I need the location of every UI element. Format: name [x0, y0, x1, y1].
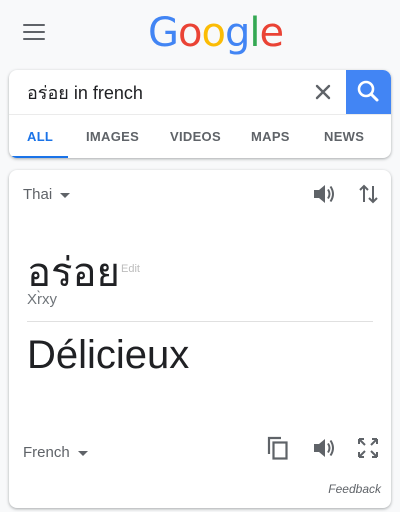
- search-button[interactable]: [346, 70, 391, 114]
- translate-card: Thai อร่อย Edit Xr̀xy Délicieux French F…: [9, 170, 391, 508]
- feedback-link[interactable]: Feedback: [328, 482, 381, 496]
- target-language-select[interactable]: French: [23, 444, 88, 461]
- logo-letter: e: [259, 10, 284, 56]
- target-language-label: French: [23, 444, 70, 461]
- top-bar: Google: [0, 0, 400, 64]
- target-text: Délicieux: [27, 333, 190, 377]
- logo-letter: g: [224, 10, 250, 56]
- divider: [27, 321, 373, 322]
- search-card: ALL IMAGES VIDEOS MAPS NEWS: [9, 70, 391, 158]
- logo-letter: o: [201, 10, 226, 56]
- tab-videos[interactable]: VIDEOS: [170, 115, 221, 158]
- search-tabs: ALL IMAGES VIDEOS MAPS NEWS: [9, 114, 391, 158]
- search-input[interactable]: [9, 70, 317, 114]
- fullscreen-icon[interactable]: [356, 436, 380, 460]
- active-tab-indicator: [9, 156, 68, 158]
- tab-all[interactable]: ALL: [27, 115, 53, 158]
- edit-link[interactable]: Edit: [121, 263, 140, 275]
- google-logo[interactable]: Google: [148, 10, 284, 56]
- chevron-down-icon: [60, 192, 71, 198]
- menu-icon[interactable]: [23, 24, 45, 40]
- tab-maps[interactable]: MAPS: [251, 115, 290, 158]
- transliteration: Xr̀xy: [27, 291, 57, 308]
- speaker-icon[interactable]: [311, 435, 337, 461]
- source-language-label: Thai: [23, 186, 53, 203]
- speaker-icon[interactable]: [311, 181, 337, 207]
- search-icon: [357, 80, 379, 102]
- copy-icon[interactable]: [265, 434, 291, 462]
- search-row: [9, 70, 391, 114]
- swap-icon[interactable]: [357, 181, 381, 207]
- source-language-select[interactable]: Thai: [23, 186, 71, 203]
- tab-news[interactable]: NEWS: [324, 115, 364, 158]
- chevron-down-icon: [77, 450, 88, 456]
- close-icon[interactable]: [313, 82, 333, 102]
- tab-images[interactable]: IMAGES: [86, 115, 139, 158]
- logo-letter: l: [249, 10, 260, 56]
- logo-letter: o: [178, 10, 203, 56]
- logo-letter: G: [148, 10, 179, 56]
